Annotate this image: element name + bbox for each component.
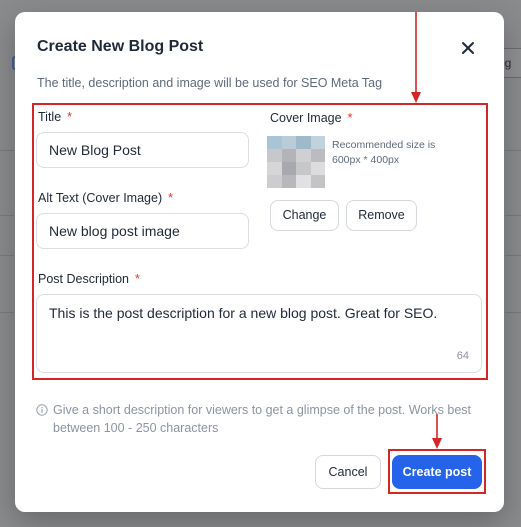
modal-subtitle: The title, description and image will be… — [37, 76, 383, 90]
cancel-button[interactable]: Cancel — [315, 455, 381, 489]
background-divider — [505, 215, 521, 216]
annotation-arrow-down — [411, 12, 421, 103]
background-divider — [505, 312, 521, 313]
annotation-box-create — [388, 449, 486, 494]
info-text: Give a short description for viewers to … — [53, 403, 472, 435]
close-button[interactable] — [460, 40, 476, 56]
background-divider — [505, 150, 521, 151]
annotation-box-form — [32, 103, 488, 380]
background-divider — [0, 255, 14, 256]
info-icon — [36, 404, 48, 416]
background-divider — [0, 150, 14, 151]
description-info: Give a short description for viewers to … — [36, 401, 486, 437]
modal-title: Create New Blog Post — [37, 38, 204, 55]
annotation-arrow-down — [432, 414, 442, 449]
background-divider — [0, 215, 14, 216]
close-icon — [462, 42, 474, 54]
background-divider — [0, 312, 14, 313]
background-divider — [505, 255, 521, 256]
